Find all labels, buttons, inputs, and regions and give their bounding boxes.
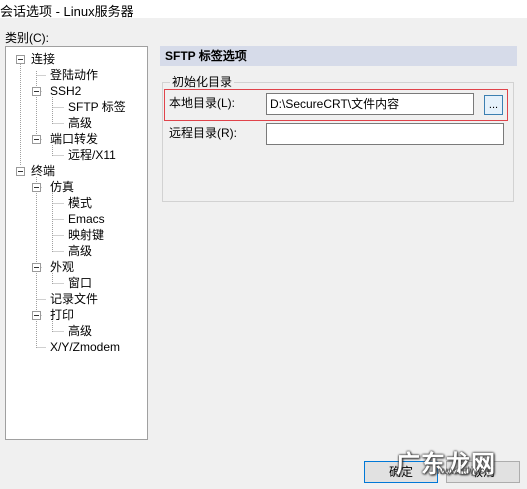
options-panel: SFTP 标签选项 初始化目录 本地目录(L): D:\SecureCRT\文件… — [160, 46, 517, 440]
tree-item-connection[interactable]: 连接 — [31, 51, 55, 67]
tree-item-xyzmodem[interactable]: X/Y/Zmodem — [50, 339, 120, 355]
tree-item-appearance[interactable]: 外观 — [50, 259, 74, 275]
collapse-icon[interactable] — [32, 311, 41, 320]
collapse-icon[interactable] — [16, 167, 25, 176]
tree-item-window[interactable]: 窗口 — [68, 275, 92, 291]
remote-dir-label: 远程目录(R): — [169, 126, 237, 140]
collapse-icon[interactable] — [16, 55, 25, 64]
annotation-highlight — [164, 89, 508, 121]
collapse-icon[interactable] — [32, 135, 41, 144]
tree-item-port-forwarding[interactable]: 端口转发 — [50, 131, 98, 147]
group-title: 初始化目录 — [170, 75, 235, 89]
title-bar: 会话选项 - Linux服务器 — [0, 0, 527, 19]
tree-item-terminal[interactable]: 终端 — [31, 163, 55, 179]
category-label: 类别(C): — [5, 31, 49, 45]
tree-item-modes[interactable]: 模式 — [68, 195, 92, 211]
panel-title: SFTP 标签选项 — [160, 46, 517, 66]
ok-button[interactable]: 确定 — [364, 461, 438, 483]
window-title: 会话选项 - Linux服务器 — [0, 4, 134, 19]
cancel-button[interactable]: 取消 — [446, 461, 520, 483]
tree-item-emacs[interactable]: Emacs — [68, 211, 105, 227]
tree-item-printing[interactable]: 打印 — [50, 307, 74, 323]
tree-item-login-actions[interactable]: 登陆动作 — [50, 67, 98, 83]
tree-item-emulation[interactable]: 仿真 — [50, 179, 74, 195]
category-tree[interactable]: 连接 登陆动作 SSH2 SFTP 标签 高级 端口转发 远程/X11 终端 仿… — [5, 46, 148, 440]
collapse-icon[interactable] — [32, 263, 41, 272]
tree-item-printing-advanced[interactable]: 高级 — [68, 323, 92, 339]
tree-item-ssh2[interactable]: SSH2 — [50, 83, 81, 99]
collapse-icon[interactable] — [32, 183, 41, 192]
tree-item-remote-x11[interactable]: 远程/X11 — [68, 147, 116, 163]
collapse-icon[interactable] — [32, 87, 41, 96]
tree-item-emulation-advanced[interactable]: 高级 — [68, 243, 92, 259]
tree-item-mapped-keys[interactable]: 映射键 — [68, 227, 104, 243]
remote-dir-input[interactable] — [266, 123, 504, 145]
tree-item-sftp-tab[interactable]: SFTP 标签 — [68, 99, 126, 115]
tree-item-log-file[interactable]: 记录文件 — [50, 291, 98, 307]
tree-item-ssh2-advanced[interactable]: 高级 — [68, 115, 92, 131]
